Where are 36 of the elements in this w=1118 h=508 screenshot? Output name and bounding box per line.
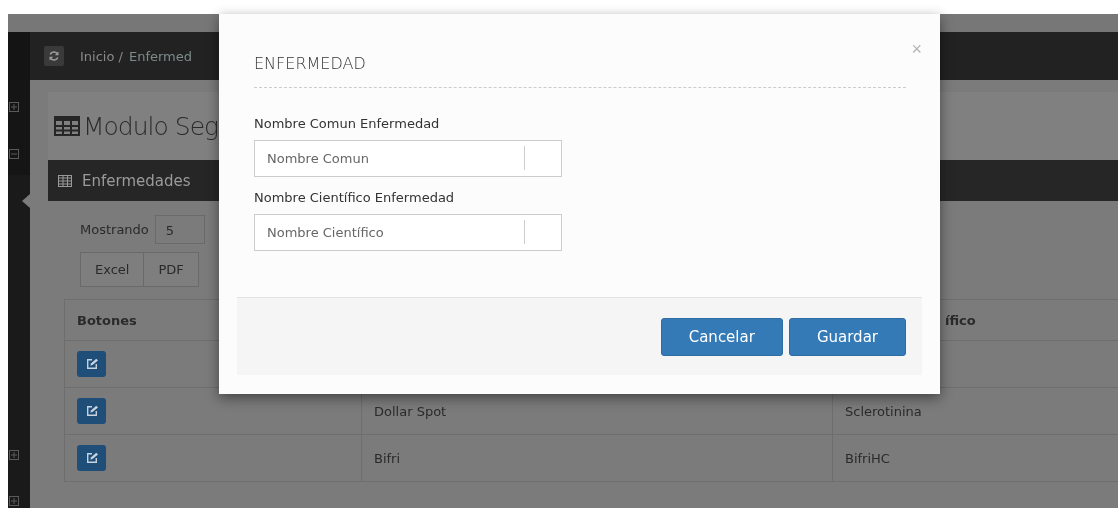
edit-icon xyxy=(85,405,98,417)
table-cell: BifriHC xyxy=(845,450,890,466)
edit-button[interactable] xyxy=(77,398,106,424)
table-cell: Sclerotinina xyxy=(845,403,922,419)
expand-icon[interactable] xyxy=(9,496,19,506)
edit-button[interactable] xyxy=(77,445,106,471)
table-cell: Dollar Spot xyxy=(374,403,447,419)
panel-title: Enfermedades xyxy=(82,171,191,190)
edit-button[interactable] xyxy=(77,351,106,377)
field-label: Nombre Científico Enfermedad xyxy=(254,190,456,205)
dialog-button[interactable]: Guardar xyxy=(788,317,906,356)
breadcrumb-link[interactable]: Inicio / xyxy=(80,48,123,64)
pointer-icon xyxy=(22,194,30,208)
breadcrumb-current: Enfermed xyxy=(128,48,192,64)
expand-icon[interactable] xyxy=(9,102,19,112)
dialog-button[interactable]: Cancelar xyxy=(660,317,783,356)
export-button[interactable]: Excel xyxy=(80,252,145,287)
refresh-button[interactable] xyxy=(44,46,64,66)
field-label: Nombre Comun Enfermedad xyxy=(254,116,441,131)
input-field[interactable]: Nombre Científico xyxy=(254,214,562,251)
edit-icon xyxy=(85,452,98,464)
expand-icon[interactable] xyxy=(9,450,19,460)
collapse-icon[interactable] xyxy=(9,149,19,159)
export-button[interactable]: PDF xyxy=(143,252,199,287)
table-cell: Bifri xyxy=(374,450,401,466)
input-field[interactable]: Nombre Comun xyxy=(254,140,562,177)
refresh-icon xyxy=(48,50,60,62)
table-icon xyxy=(54,116,80,136)
page-title: Modulo Seg xyxy=(83,111,219,141)
modal-title: ENFERMEDAD xyxy=(254,54,906,88)
page-size-label: Mostrando xyxy=(80,222,149,237)
page-size-select[interactable]: 5 xyxy=(154,215,206,244)
table-icon xyxy=(58,174,72,187)
close-button[interactable]: × xyxy=(911,40,922,58)
edit-icon xyxy=(85,358,98,370)
column-header: ífico xyxy=(944,312,976,328)
